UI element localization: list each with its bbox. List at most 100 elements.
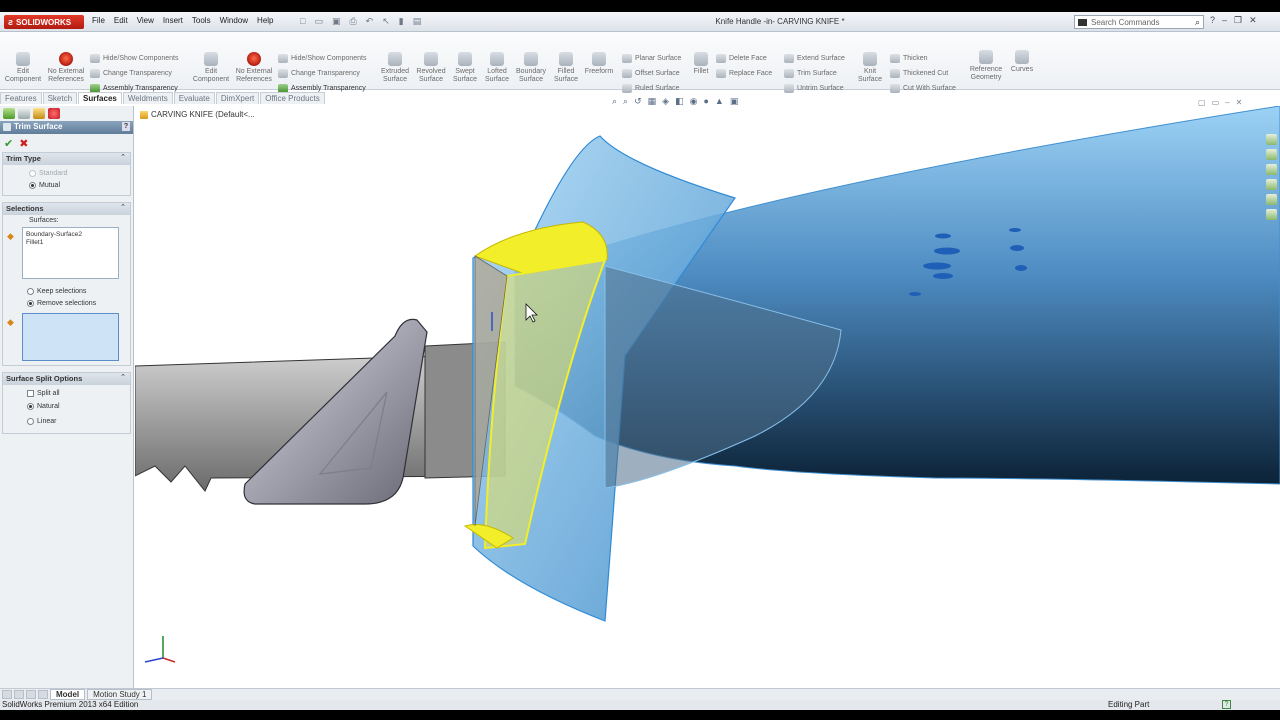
- revolved-surface-button[interactable]: Revolved Surface: [414, 52, 448, 84]
- next-tab-icon[interactable]: [26, 690, 36, 699]
- list-item[interactable]: Fillet1: [26, 239, 115, 247]
- menu-file[interactable]: File: [92, 16, 105, 25]
- rebuild-icon[interactable]: ▮: [399, 16, 404, 27]
- selections-header[interactable]: Selections ⌃: [3, 203, 130, 215]
- zoom-area-icon[interactable]: ⌕: [623, 96, 628, 107]
- last-tab-icon[interactable]: [38, 690, 48, 699]
- reference-geometry-button[interactable]: Reference Geometry: [966, 50, 1006, 82]
- tab-dimxpert[interactable]: DimXpert: [215, 92, 260, 104]
- cut-with-surface-button[interactable]: Cut With Surface: [890, 84, 956, 93]
- view-orientation-icon[interactable]: ◈: [662, 96, 669, 107]
- cancel-x-icon[interactable]: ✖: [19, 137, 28, 150]
- offset-surface-button[interactable]: Offset Surface: [622, 69, 680, 78]
- edit-appearance-icon[interactable]: ●: [703, 96, 708, 107]
- planar-surface-button[interactable]: Planar Surface: [622, 54, 681, 63]
- new-icon[interactable]: □: [300, 16, 305, 27]
- keep-selections-radio[interactable]: [27, 287, 34, 295]
- viewport-tile-icon[interactable]: ▭: [1212, 98, 1220, 107]
- search-icon[interactable]: ⌕: [1195, 17, 1200, 28]
- replace-face-button[interactable]: Replace Face: [716, 69, 772, 78]
- tab-model[interactable]: Model: [50, 689, 86, 700]
- menu-window[interactable]: Window: [220, 16, 248, 25]
- filled-surface-button[interactable]: Filled Surface: [550, 52, 582, 84]
- tab-office-products[interactable]: Office Products: [260, 92, 325, 104]
- natural-option[interactable]: Natural: [7, 399, 126, 414]
- undo-icon[interactable]: ↶: [366, 16, 374, 27]
- no-external-references-button[interactable]: No External References: [46, 52, 86, 84]
- menu-edit[interactable]: Edit: [114, 16, 128, 25]
- appearance-manager-icon[interactable]: [48, 108, 60, 119]
- mutual-radio[interactable]: [29, 181, 36, 189]
- linear-option[interactable]: Linear: [7, 414, 126, 429]
- zoom-to-fit-icon[interactable]: ⌕: [612, 96, 617, 107]
- feature-tree-root[interactable]: CARVING KNIFE (Default<...: [140, 110, 255, 119]
- trim-surface-button[interactable]: Trim Surface: [784, 69, 837, 78]
- edit-component-button[interactable]: Edit Component: [4, 52, 42, 84]
- boundary-surface-button[interactable]: Boundary Surface: [514, 52, 548, 84]
- remove-selections-option[interactable]: Remove selections: [7, 297, 126, 309]
- select-icon[interactable]: ↖: [382, 16, 390, 27]
- split-all-checkbox[interactable]: [27, 389, 34, 397]
- resources-icon[interactable]: [1266, 134, 1277, 145]
- first-tab-icon[interactable]: [2, 690, 12, 699]
- split-all-option[interactable]: Split all: [7, 387, 126, 399]
- ok-check-icon[interactable]: ✔: [4, 137, 13, 150]
- restore-icon[interactable]: ❐: [1234, 15, 1242, 26]
- menu-insert[interactable]: Insert: [163, 16, 183, 25]
- solidworks-logo[interactable]: ƨ SOLIDWORKS: [4, 15, 84, 29]
- viewport-minimize-icon[interactable]: –: [1225, 98, 1229, 107]
- freeform-button[interactable]: Freeform: [582, 52, 616, 76]
- tab-sketch[interactable]: Sketch: [42, 92, 78, 104]
- no-external-references-button-2[interactable]: No External References: [234, 52, 274, 84]
- search-input[interactable]: Search Commands ⌕: [1074, 15, 1204, 29]
- trim-type-header[interactable]: Trim Type ⌃: [3, 153, 130, 165]
- ruled-surface-button[interactable]: Ruled Surface: [622, 84, 679, 93]
- appearances-icon[interactable]: [1266, 194, 1277, 205]
- open-icon[interactable]: ▭: [314, 16, 323, 27]
- tab-evaluate[interactable]: Evaluate: [173, 92, 215, 104]
- standard-radio[interactable]: [29, 169, 36, 177]
- hide-show-items-icon[interactable]: ◉: [690, 96, 698, 107]
- display-style-icon[interactable]: ◧: [675, 96, 684, 107]
- viewport-close-icon[interactable]: ✕: [1236, 98, 1243, 107]
- collapse-icon[interactable]: ⌃: [120, 373, 126, 381]
- split-options-header[interactable]: Surface Split Options ⌃: [3, 373, 130, 385]
- hide-show-components-button[interactable]: Hide/Show Components: [90, 54, 179, 63]
- tab-features[interactable]: Features: [0, 92, 42, 104]
- view-settings-icon[interactable]: ▣: [730, 96, 739, 107]
- thicken-button[interactable]: Thicken: [890, 54, 928, 63]
- view-palette-icon[interactable]: [1266, 179, 1277, 190]
- collapse-icon[interactable]: ⌃: [120, 153, 126, 161]
- remove-selections-radio[interactable]: [27, 299, 34, 307]
- thickened-cut-button[interactable]: Thickened Cut: [890, 69, 948, 78]
- natural-radio[interactable]: [27, 403, 34, 410]
- standard-option[interactable]: Standard: [7, 167, 126, 179]
- feature-manager-icon[interactable]: [3, 108, 15, 119]
- pieces-to-remove-list[interactable]: [22, 313, 119, 361]
- help-button[interactable]: ?: [122, 122, 130, 131]
- section-view-icon[interactable]: ▦: [648, 96, 657, 107]
- curves-button[interactable]: Curves: [1008, 50, 1036, 74]
- apply-scene-icon[interactable]: ▲: [715, 96, 724, 107]
- untrim-surface-button[interactable]: Untrim Surface: [784, 84, 844, 93]
- collapse-icon[interactable]: ⌃: [120, 203, 126, 211]
- knit-surface-button[interactable]: Knit Surface: [856, 52, 884, 84]
- tab-motion-study[interactable]: Motion Study 1: [87, 689, 153, 700]
- options-icon[interactable]: ▤: [413, 16, 422, 27]
- change-transparency-button[interactable]: Change Transparency: [90, 69, 172, 78]
- extend-surface-button[interactable]: Extend Surface: [784, 54, 845, 63]
- extruded-surface-button[interactable]: Extruded Surface: [378, 52, 412, 84]
- surfaces-list[interactable]: Boundary-Surface2 Fillet1: [22, 227, 119, 279]
- mutual-option[interactable]: Mutual: [7, 179, 126, 191]
- help-icon[interactable]: ?: [1210, 15, 1215, 26]
- design-library-icon[interactable]: [1266, 149, 1277, 160]
- minimize-icon[interactable]: –: [1222, 15, 1227, 26]
- menu-view[interactable]: View: [137, 16, 154, 25]
- graphics-area[interactable]: [135, 106, 1280, 688]
- fillet-button[interactable]: Fillet: [690, 52, 712, 76]
- file-explorer-icon[interactable]: [1266, 164, 1277, 175]
- hide-show-components-button-2[interactable]: Hide/Show Components: [278, 54, 367, 63]
- linear-radio[interactable]: [27, 418, 34, 425]
- tab-surfaces[interactable]: Surfaces: [78, 92, 122, 104]
- close-icon[interactable]: ✕: [1249, 15, 1257, 26]
